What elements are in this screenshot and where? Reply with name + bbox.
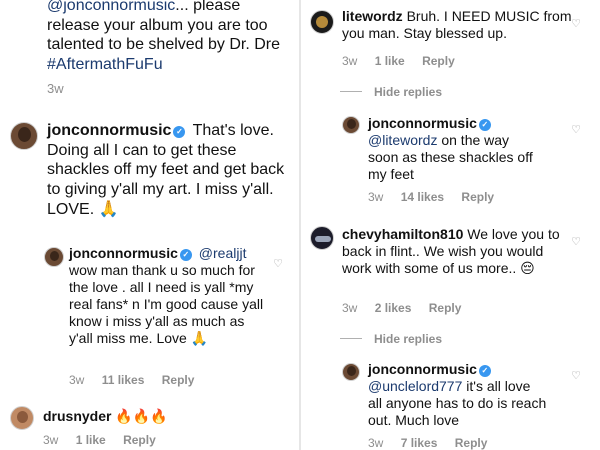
username[interactable]: chevyhamilton810 [342,226,463,242]
panel-divider [299,0,301,450]
reply-comment: jonconnormusic ✓ That's love. Doing all I… [0,112,298,227]
comment-meta: 3w [47,81,78,96]
mention-link[interactable]: @litewordz [368,132,437,148]
nested-reply-text: jonconnormusic ✓ @realjjt wow man thank u… [69,245,271,348]
pensive-face-emoji: 😔 [520,261,535,278]
heart-icon[interactable]: ♡ [570,124,582,136]
litewordz-comment: litewordz Bruh. I NEED MUSIC from you ma… [302,0,600,75]
comment-text-block: litewordz Bruh. I NEED MUSIC from you ma… [342,8,578,42]
verified-badge-icon: ✓ [179,249,192,261]
comment-time: 3w [368,190,384,204]
unclelord-reply: jonconnormusic ✓ @unclelord777 it's all l… [302,356,600,450]
reply-button[interactable]: Reply [429,301,462,315]
avatar[interactable] [310,226,334,250]
reply-text: jonconnormusic ✓ @unclelord777 it's all l… [368,361,548,429]
nested-reply: jonconnormusic ✓ @realjjt wow man thank u… [0,240,298,392]
reply-button[interactable]: Reply [455,436,488,450]
comment-time: 3w [342,301,358,315]
mention-link[interactable]: @jonconnormusic [47,0,175,14]
comment-time: 3w [342,54,358,68]
mention-link[interactable]: @realjjt [199,245,247,261]
reply-button[interactable]: Reply [123,433,156,447]
comment-meta: 3w 1 like Reply [342,54,469,68]
username[interactable]: jonconnormusic [368,115,477,131]
reply-text: jonconnormusic ✓ @litewordz on the way so… [368,115,538,183]
reply-button[interactable]: Reply [461,190,494,204]
top-comment: @jonconnormusic... please release your a… [0,0,298,100]
username[interactable]: jonconnormusic [368,361,477,377]
comment-time: 3w [69,373,85,387]
left-comments-panel: @jonconnormusic... please release your a… [0,0,298,450]
comment-meta: 3w 11 likes Reply [69,373,208,387]
comment-time: 3w [47,81,64,96]
verified-badge-icon: ✓ [478,119,491,131]
heart-icon[interactable]: ♡ [570,18,582,30]
comment-text: ... please [175,0,241,14]
comment-meta: 3w 1 like Reply [43,433,170,447]
comment-meta: 3w 2 likes Reply [342,301,475,315]
drusnyder-comment: drusnyder 🔥🔥🔥 3w 1 like Reply [0,403,298,450]
username[interactable]: drusnyder [43,408,111,424]
avatar[interactable] [10,122,38,150]
comment-meta: 3w 14 likes Reply [368,190,508,204]
comment-time: 3w [368,436,384,450]
hashtag-link[interactable]: #AftermathFuFu [47,56,163,73]
likes-count[interactable]: 2 likes [375,301,412,315]
username[interactable]: jonconnormusic [47,122,171,139]
likes-count[interactable]: 7 likes [401,436,438,450]
comment-text-block: chevyhamilton810 We love you to back in … [342,226,564,278]
reply-comment-text: jonconnormusic ✓ That's love. Doing all I… [47,121,291,220]
right-comments-panel: litewordz Bruh. I NEED MUSIC from you ma… [302,0,600,450]
divider-line [340,91,362,92]
heart-icon[interactable]: ♡ [272,258,284,270]
chevyhamilton-comment: chevyhamilton810 We love you to back in … [302,218,600,318]
praying-hands-emoji: 🙏 [98,199,119,219]
praying-hands-emoji: 🙏 [190,331,209,348]
hide-replies-label: Hide replies [374,332,443,346]
comment-text: release your album you are too talented … [47,16,281,54]
avatar[interactable] [10,406,34,430]
avatar[interactable] [310,10,334,34]
hide-replies-label: Hide replies [374,85,443,99]
comment-text-block: drusnyder 🔥🔥🔥 [43,408,283,426]
reply-button[interactable]: Reply [422,54,455,68]
likes-count[interactable]: 1 like [375,54,405,68]
top-comment-text: @jonconnormusic... please release your a… [47,0,292,74]
username[interactable]: litewordz [342,8,403,24]
fire-emoji: 🔥🔥🔥 [115,409,168,425]
verified-badge-icon: ✓ [478,365,491,377]
instagram-comments-screenshot: @jonconnormusic... please release your a… [0,0,600,450]
likes-count[interactable]: 14 likes [401,190,444,204]
avatar[interactable] [342,363,360,381]
comment-text: wow man thank u so much for the love . a… [69,262,264,347]
divider-line [340,338,362,339]
litewordz-reply: jonconnormusic ✓ @litewordz on the way so… [302,110,600,210]
verified-badge-icon: ✓ [173,126,186,138]
hide-replies-button[interactable]: Hide replies [340,332,442,346]
heart-icon[interactable]: ♡ [570,370,582,382]
comment-meta: 3w 7 likes Reply [368,436,501,450]
hide-replies-button[interactable]: Hide replies [340,85,442,99]
likes-count[interactable]: 11 likes [102,373,145,387]
heart-icon[interactable]: ♡ [570,236,582,248]
avatar[interactable] [342,116,360,134]
comment-time: 3w [43,433,59,447]
avatar[interactable] [44,247,64,267]
likes-count[interactable]: 1 like [76,433,106,447]
reply-button[interactable]: Reply [162,373,195,387]
username[interactable]: jonconnormusic [69,245,178,261]
mention-link[interactable]: @unclelord777 [368,378,462,394]
